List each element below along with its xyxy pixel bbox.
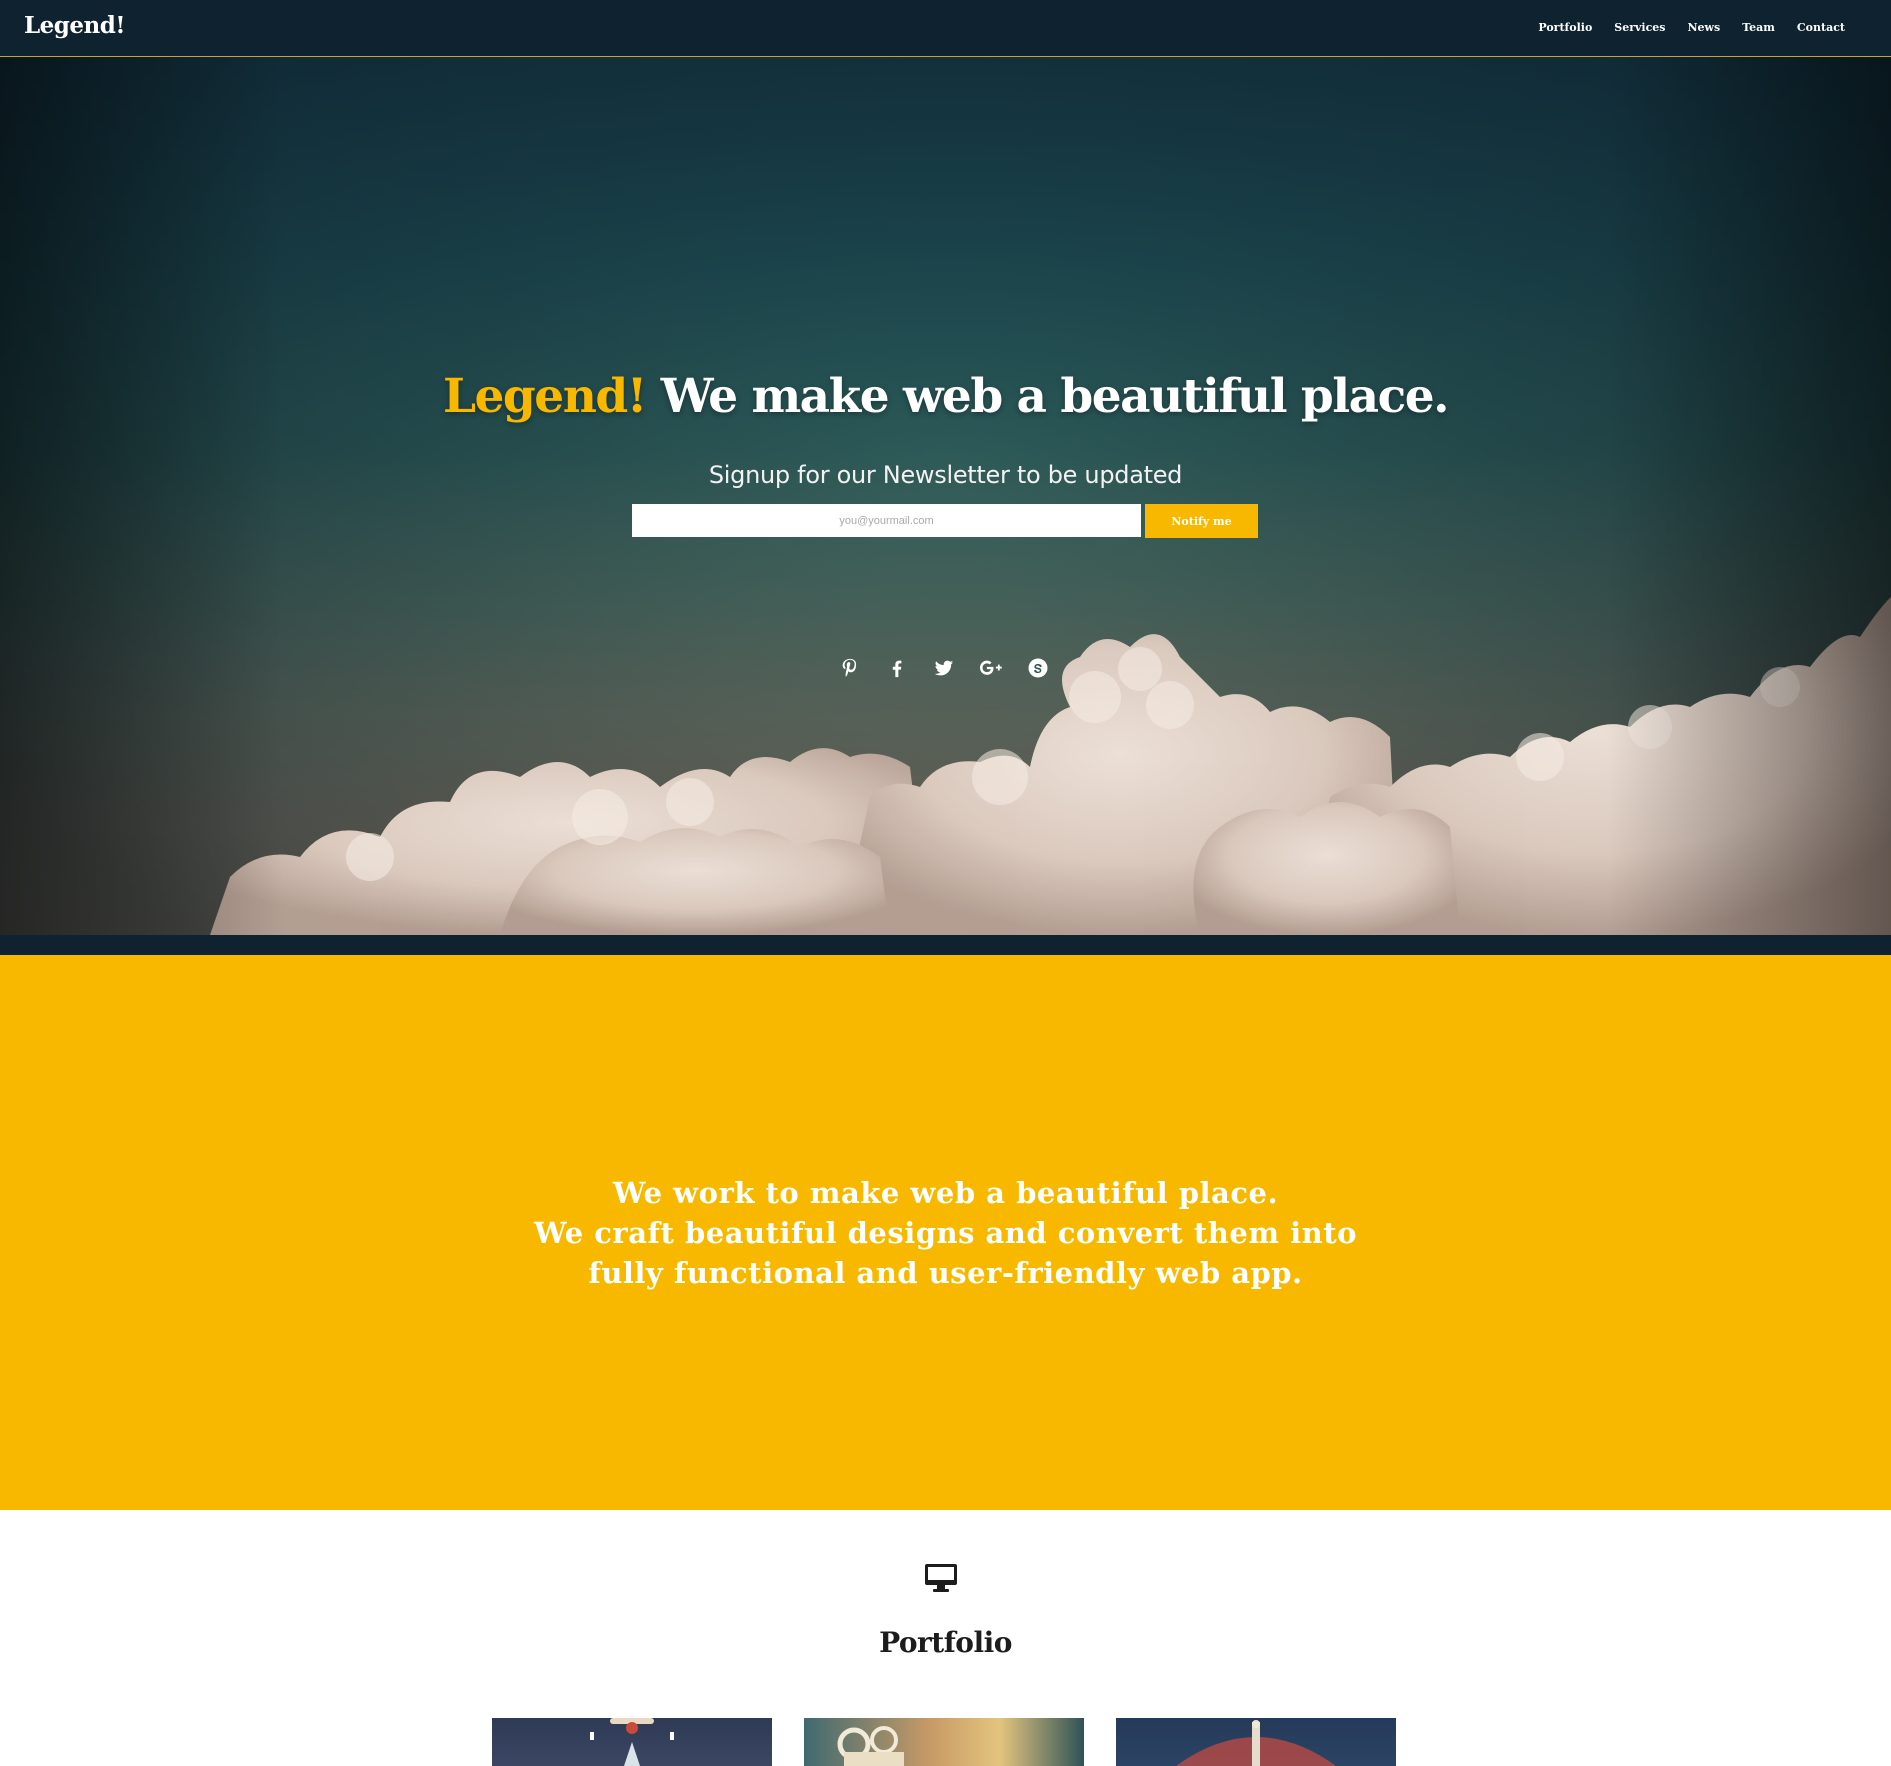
nav-links: Portfolio Services News Team Contact (1538, 21, 1845, 34)
portfolio-thumb-3[interactable] (1116, 1718, 1396, 1766)
email-input[interactable] (632, 504, 1141, 537)
portfolio-thumb-2[interactable] (804, 1718, 1084, 1766)
skype-icon[interactable] (1024, 654, 1052, 682)
hero-title: Legend! We make web a beautiful place. (0, 369, 1891, 424)
hero-title-tagline: We make web a beautiful place. (645, 369, 1450, 424)
portfolio-thumbnails (492, 1718, 1396, 1766)
google-plus-icon[interactable] (977, 654, 1005, 682)
hero-bottom-band (0, 935, 1891, 955)
portfolio-title: Portfolio (879, 1626, 1012, 1659)
portfolio-section: Portfolio (0, 1510, 1891, 1766)
nav-link-news[interactable]: News (1688, 21, 1721, 34)
newsletter-form: Notify me (632, 504, 1258, 538)
nav-link-services[interactable]: Services (1614, 21, 1665, 34)
social-icons (836, 654, 1052, 682)
about-text: We work to make web a beautiful place. W… (0, 1173, 1891, 1293)
monitor-icon (925, 1564, 957, 1592)
hero-section: Legend! We make web a beautiful place. S… (0, 57, 1891, 935)
pinterest-icon[interactable] (836, 654, 864, 682)
facebook-icon[interactable] (883, 654, 911, 682)
hero-title-brand: Legend! (442, 369, 647, 424)
about-line-1: We work to make web a beautiful place. (612, 1176, 1279, 1210)
about-section: We work to make web a beautiful place. W… (0, 955, 1891, 1510)
brand-logo[interactable]: Legend! (24, 12, 125, 39)
nav-link-team[interactable]: Team (1742, 21, 1775, 34)
nav-link-contact[interactable]: Contact (1797, 21, 1845, 34)
about-line-2: We craft beautiful designs and convert t… (534, 1216, 1357, 1250)
hero-clouds-image (0, 57, 1891, 935)
twitter-icon[interactable] (930, 654, 958, 682)
about-line-3: fully functional and user-friendly web a… (588, 1256, 1303, 1290)
portfolio-thumb-1[interactable] (492, 1718, 772, 1766)
notify-me-button[interactable]: Notify me (1145, 504, 1258, 538)
navbar: Legend! Portfolio Services News Team Con… (0, 0, 1891, 57)
nav-link-portfolio[interactable]: Portfolio (1538, 21, 1592, 34)
newsletter-subtitle: Signup for our Newsletter to be updated (708, 461, 1183, 489)
